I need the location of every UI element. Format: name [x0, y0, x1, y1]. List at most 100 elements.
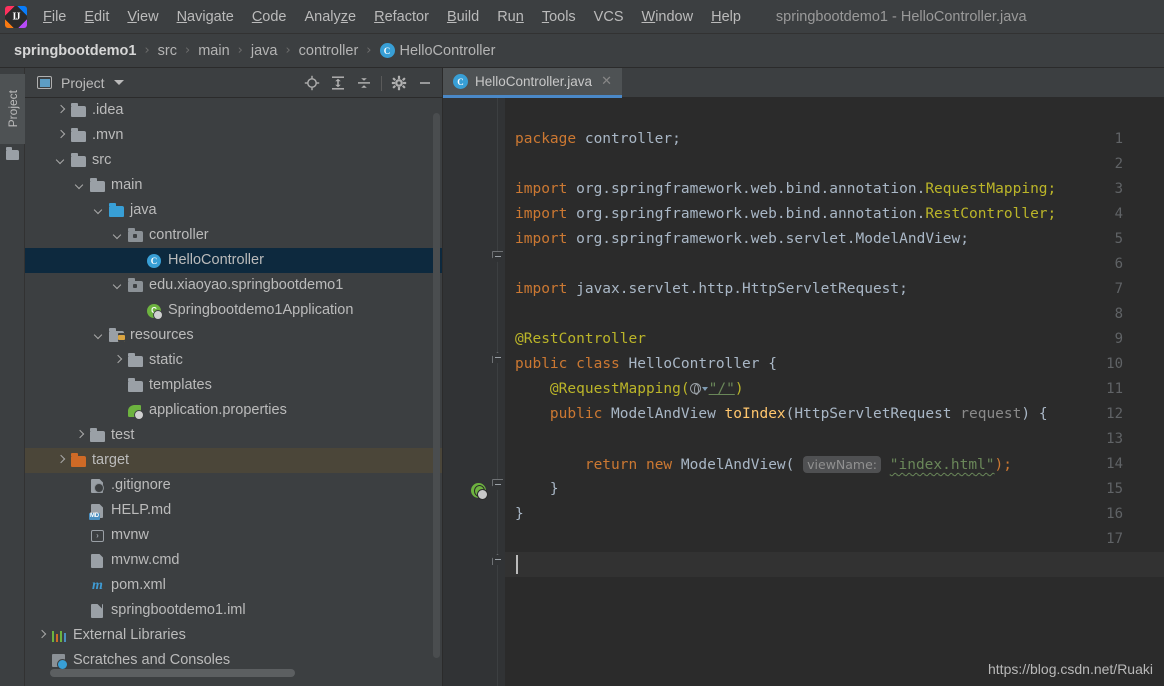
chevron-down-icon[interactable] [56, 155, 67, 166]
tree-item-gitignore[interactable]: .gitignore [25, 473, 442, 498]
tree-item-label: java [130, 202, 157, 219]
menu-item-build[interactable]: Build [438, 6, 488, 28]
tree-item-static[interactable]: static [25, 348, 442, 373]
expand-all-icon[interactable] [325, 70, 351, 96]
menu-item-vcs[interactable]: VCS [585, 6, 633, 28]
menu-item-analyze[interactable]: Analyze [296, 6, 366, 28]
breadcrumb-item-src[interactable]: src [158, 43, 177, 59]
project-tree-vertical-scrollbar[interactable] [433, 113, 440, 658]
menu-item-tools[interactable]: Tools [533, 6, 585, 28]
keyword-import: import [515, 281, 568, 297]
iml-icon [89, 603, 106, 619]
chevron-right-icon[interactable] [56, 105, 67, 116]
tree-item-application-properties[interactable]: application.properties [25, 398, 442, 423]
open-brace: { [768, 356, 777, 372]
import-package-3: org.springframework.web.bind.annotation. [567, 181, 926, 197]
breadcrumb-item-springbootdemo1[interactable]: springbootdemo1 [14, 43, 136, 59]
tree-item-help-md[interactable]: MD HELP.md [25, 498, 442, 523]
tree-item-springbootdemo1application[interactable]: C Springbootdemo1Application [25, 298, 442, 323]
import-class-4: RestController; [925, 206, 1057, 222]
tool-window-button-label: Project [5, 90, 20, 128]
project-tree-horizontal-scrollbar[interactable] [50, 669, 295, 677]
chevron-down-icon[interactable] [94, 330, 105, 341]
tree-item-target[interactable]: target [25, 448, 442, 473]
breadcrumb-label: springbootdemo1 [14, 42, 137, 59]
tree-item-mvnw[interactable]: › mvnw [25, 523, 442, 548]
tree-item-label: mvnw.cmd [111, 552, 180, 569]
keyword-public: public [515, 356, 568, 372]
tree-item-label: controller [149, 227, 209, 244]
menu-item-refactor[interactable]: Refactor [365, 6, 438, 28]
menu-item-code[interactable]: Code [243, 6, 296, 28]
menu-item-navigate[interactable]: Navigate [168, 6, 243, 28]
code-editor[interactable]: 1 2 3 4 5 6 7 8 9 10 11 12 13 14 15 16 17 package contro… [443, 98, 1164, 686]
editor-tab-hellocontroller[interactable]: C HelloController.java ✕ [443, 68, 622, 98]
breadcrumb-item-controller[interactable]: controller [299, 43, 359, 59]
chevron-down-icon[interactable] [113, 80, 124, 85]
tree-item-mvn[interactable]: .mvn [25, 123, 442, 148]
param-name-request: request [960, 406, 1022, 422]
menu-item-file[interactable]: File [34, 6, 75, 28]
menu-item-help[interactable]: Help [702, 6, 750, 28]
code-line-14: return new ModelAndView( viewName: "inde… [584, 456, 1012, 473]
tree-item-springbootdemo1-iml[interactable]: springbootdemo1.iml [25, 598, 442, 623]
gear-icon[interactable] [386, 70, 412, 96]
breadcrumb-item-hellocontroller[interactable]: C HelloController [379, 43, 495, 59]
chevron-right-icon[interactable] [56, 455, 67, 466]
tree-item-hellocontroller[interactable]: C HelloController [25, 248, 442, 273]
url-globe-icon[interactable] [689, 383, 701, 395]
editor-gutter[interactable] [443, 98, 505, 686]
tree-item-templates[interactable]: templates [25, 373, 442, 398]
tool-window-button-project[interactable]: Project [0, 74, 25, 144]
chevron-right-icon[interactable] [37, 630, 48, 641]
breadcrumb-item-java[interactable]: java [251, 43, 278, 59]
mapping-url-value[interactable]: "/" [709, 381, 735, 397]
keyword-return: return [584, 457, 638, 473]
collapse-all-icon[interactable] [351, 70, 377, 96]
spring-class-icon: C [146, 303, 163, 320]
menu-item-view[interactable]: View [118, 6, 167, 28]
chevron-down-icon[interactable] [94, 205, 105, 216]
folder-resource [108, 327, 125, 344]
tree-item-resources[interactable]: resources [25, 323, 442, 348]
chevron-down-icon[interactable] [113, 280, 124, 291]
chevron-right-icon[interactable] [113, 355, 124, 366]
tree-item-src[interactable]: src [25, 148, 442, 173]
breadcrumb-label: main [198, 42, 230, 59]
tree-item-java[interactable]: java [25, 198, 442, 223]
web-mapping-globe-icon[interactable] [471, 483, 488, 500]
spring-leaf-icon [127, 403, 144, 420]
tree-item-pom-xml[interactable]: m pom.xml [25, 573, 442, 598]
chevron-down-icon[interactable] [701, 387, 708, 391]
tree-item-test[interactable]: test [25, 423, 442, 448]
chevron-down-icon[interactable] [75, 180, 86, 191]
chevron-down-icon[interactable] [113, 230, 124, 241]
folder-icon[interactable] [6, 147, 19, 160]
breadcrumb-separator: › [185, 43, 191, 58]
editor-tab-label: HelloController.java [475, 74, 593, 89]
keyword-import: import [515, 206, 568, 222]
breadcrumb-item-main[interactable]: main [198, 43, 229, 59]
tree-item-mvnw-cmd[interactable]: mvnw.cmd [25, 548, 442, 573]
chevron-right-icon[interactable] [75, 430, 86, 441]
menu-item-window[interactable]: Window [633, 6, 703, 28]
tree-item-main[interactable]: main [25, 173, 442, 198]
close-icon[interactable]: ✕ [601, 74, 612, 89]
tree-item-idea[interactable]: .idea [25, 98, 442, 123]
tree-item-edu-xiaoyao-springbootdemo1[interactable]: edu.xiaoyao.springbootdemo1 [25, 273, 442, 298]
menu-item-run[interactable]: Run [488, 6, 533, 28]
menu-item-edit[interactable]: Edit [75, 6, 118, 28]
import-package-5: org.springframework.web.servlet. [567, 231, 856, 247]
chevron-right-icon[interactable] [56, 130, 67, 141]
class-icon: C [453, 74, 468, 89]
code-line-7: import javax.servlet.http.HttpServletReq… [515, 277, 908, 302]
minimize-icon[interactable] [412, 70, 438, 96]
locate-icon[interactable] [299, 70, 325, 96]
tree-item-external-libraries[interactable]: External Libraries [25, 623, 442, 648]
tree-item-controller[interactable]: controller [25, 223, 442, 248]
statement-close: ); [994, 457, 1012, 473]
line-number-17: 17 [1106, 531, 1123, 547]
